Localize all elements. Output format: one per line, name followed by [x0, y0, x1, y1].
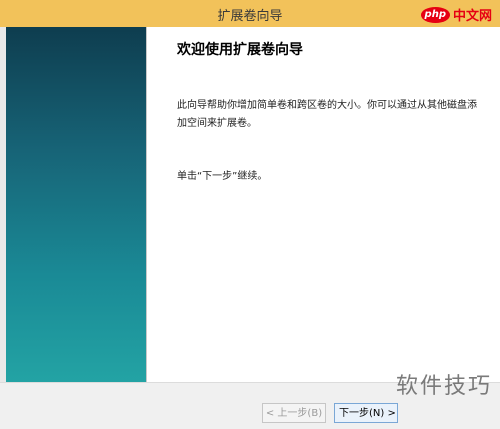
wizard-instruction: 单击“下一步”继续。 — [177, 171, 268, 182]
wizard-description: 此向导帮助你增加简单卷和跨区卷的大小。你可以通过从其他磁盘添加空间来扩展卷。 — [177, 100, 477, 129]
watermark-php: php — [420, 6, 450, 23]
watermark-cn: 中文网 — [452, 9, 492, 24]
wizard-heading: 欢迎使用扩展卷向导 — [177, 42, 303, 58]
wizard-side-panel — [0, 27, 147, 382]
next-button[interactable]: 下一步(N) > — [334, 403, 398, 423]
wizard-content: 欢迎使用扩展卷向导 此向导帮助你增加简单卷和跨区卷的大小。你可以通过从其他磁盘添… — [147, 27, 500, 382]
watermark-text: 软件技巧 — [395, 374, 492, 399]
back-button[interactable]: < 上一步(B) — [262, 403, 326, 423]
watermark-logo: php 中文网 — [420, 5, 492, 24]
side-panel-edge — [0, 27, 6, 382]
title-bar: 扩展卷向导 php 中文网 — [0, 0, 500, 28]
